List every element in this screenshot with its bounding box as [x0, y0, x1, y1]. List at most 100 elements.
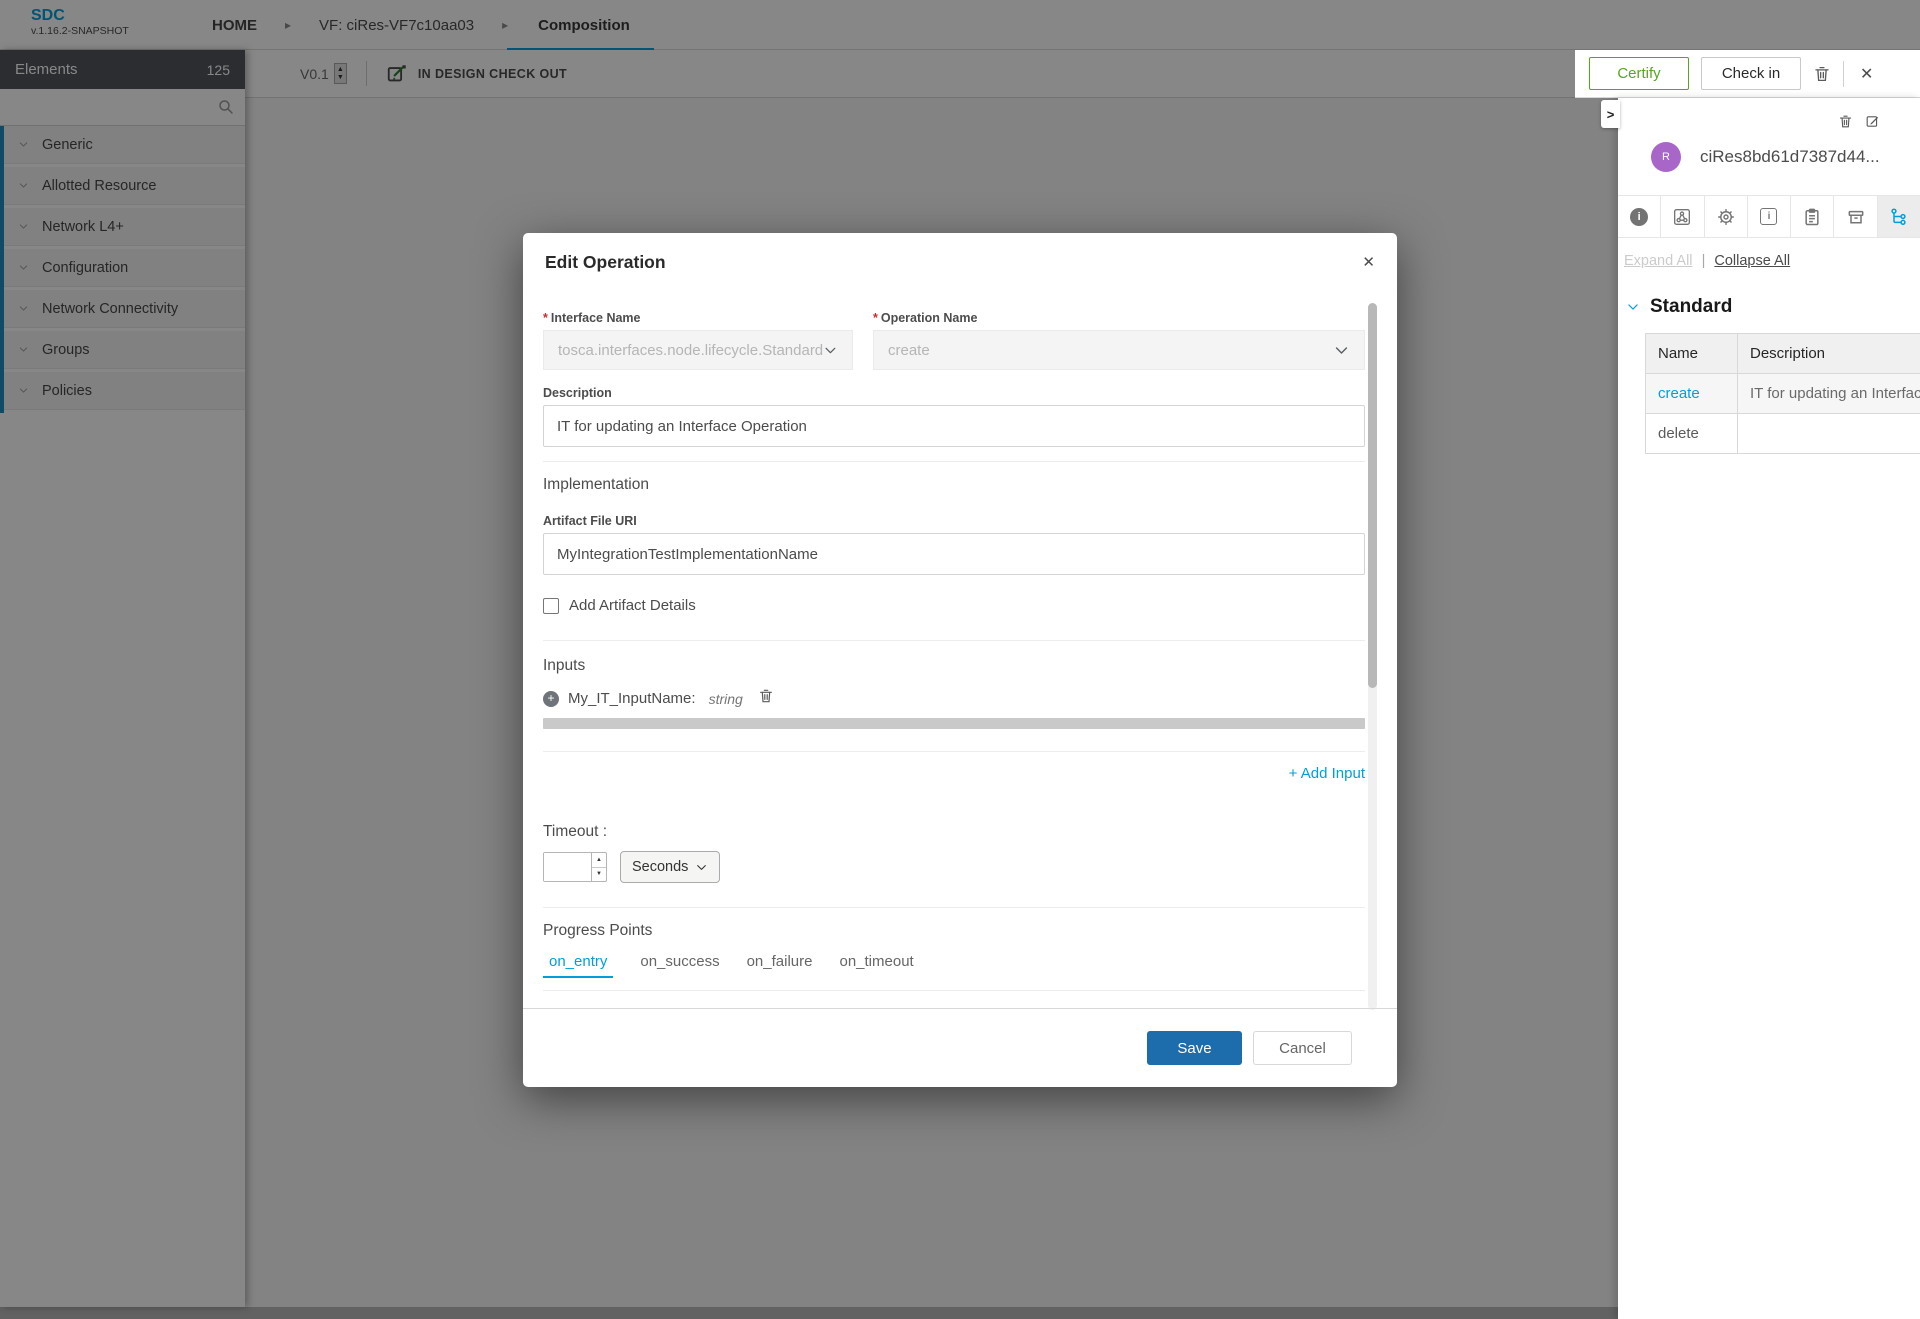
horizontal-scrollbar[interactable]	[543, 718, 1365, 729]
edit-operation-modal: Edit Operation ✕ *Interface Name tosca.i…	[523, 233, 1397, 1087]
modal-header: Edit Operation ✕	[523, 233, 1397, 291]
operation-name-field: *Operation Name create	[873, 311, 1365, 370]
table-header-row: Name Description	[1646, 334, 1920, 374]
required-asterisk: *	[873, 311, 878, 325]
tab-on-entry[interactable]: on_entry	[543, 953, 613, 978]
panel-collapse-toggle[interactable]: >	[1601, 100, 1620, 128]
step-up-icon[interactable]: ▲	[592, 853, 606, 868]
vertical-scrollbar[interactable]	[1368, 303, 1377, 1010]
molecule-icon	[1672, 207, 1692, 227]
add-artifact-details-checkbox-row[interactable]: Add Artifact Details	[543, 597, 1365, 614]
chevron-down-icon	[823, 342, 838, 359]
timeout-label: Timeout :	[543, 823, 1365, 841]
check-in-button[interactable]: Check in	[1701, 57, 1801, 90]
component-actions	[1838, 114, 1880, 129]
checkbox-unchecked-icon[interactable]	[543, 598, 559, 614]
artifact-uri-input[interactable]	[543, 533, 1365, 575]
info-square-icon: i	[1760, 208, 1777, 225]
step-down-icon[interactable]: ▼	[592, 868, 606, 882]
certify-button[interactable]: Certify	[1589, 57, 1689, 90]
trash-icon	[758, 688, 774, 704]
tab-artifacts[interactable]	[1834, 196, 1877, 237]
timeout-value-input[interactable]	[544, 853, 591, 881]
interface-section-header[interactable]: Standard	[1626, 296, 1920, 318]
tab-settings[interactable]	[1705, 196, 1748, 237]
divider	[543, 990, 1365, 991]
tab-composition[interactable]	[1661, 196, 1704, 237]
implementation-section-title: Implementation	[543, 476, 1365, 494]
interface-section-title: Standard	[1650, 296, 1732, 318]
chevron-right-icon: >	[1607, 107, 1615, 122]
operation-name-select[interactable]: create	[873, 330, 1365, 370]
vertical-scrollbar-thumb[interactable]	[1368, 303, 1377, 688]
interface-name-value: tosca.interfaces.node.lifecycle.Standard	[558, 342, 823, 359]
modal-overlay	[1575, 98, 1618, 1319]
table-row[interactable]: create IT for updating an Interface Oper…	[1646, 374, 1920, 414]
operation-description: IT for updating an Interface Operation	[1738, 374, 1920, 414]
tab-operations[interactable]	[1878, 196, 1920, 237]
timeout-stepper[interactable]: ▲▼	[591, 853, 606, 881]
tab-information[interactable]: i	[1618, 196, 1661, 237]
component-details-panel: R ciRes8bd61d7387d44... i i Expand All |…	[1618, 98, 1920, 1319]
cancel-button[interactable]: Cancel	[1253, 1031, 1352, 1065]
description-field: Description	[543, 386, 1365, 447]
gear-icon	[1716, 207, 1736, 227]
save-button[interactable]: Save	[1147, 1031, 1242, 1065]
description-input[interactable]	[543, 405, 1365, 447]
modal-overlay	[0, 0, 1920, 50]
operation-delete-label[interactable]: delete	[1646, 414, 1738, 454]
timeout-unit-select[interactable]: Seconds	[620, 851, 720, 883]
clipboard-icon	[1802, 207, 1822, 227]
workspace-actions: Certify Check in ✕	[1575, 50, 1920, 98]
tab-on-failure[interactable]: on_failure	[747, 953, 813, 978]
modal-footer: Save Cancel	[523, 1008, 1397, 1087]
close-workspace-button[interactable]: ✕	[1856, 64, 1877, 84]
column-header-description: Description	[1738, 334, 1920, 374]
info-circle-icon: i	[1630, 208, 1648, 226]
link-separator: |	[1702, 253, 1706, 269]
operation-name-label: Operation Name	[881, 311, 978, 325]
divider	[543, 751, 1365, 752]
progress-points-title: Progress Points	[543, 922, 1365, 940]
divider	[543, 461, 1365, 462]
interface-name-select[interactable]: tosca.interfaces.node.lifecycle.Standard	[543, 330, 853, 370]
edit-icon[interactable]	[1865, 114, 1880, 129]
input-name: My_IT_InputName:	[568, 690, 696, 707]
timeout-row: ▲▼ Seconds	[543, 851, 1365, 883]
operation-name-value: create	[888, 342, 930, 359]
delete-input-button[interactable]	[758, 688, 774, 709]
workflow-branch-icon	[1889, 207, 1909, 227]
inputs-section-title: Inputs	[543, 657, 1365, 675]
tab-properties[interactable]: i	[1748, 196, 1791, 237]
tab-on-timeout[interactable]: on_timeout	[839, 953, 913, 978]
timeout-number-input: ▲▼	[543, 852, 607, 882]
collapse-all-link[interactable]: Collapse All	[1714, 253, 1790, 269]
modal-title: Edit Operation	[545, 252, 666, 273]
trash-icon[interactable]	[1838, 114, 1853, 129]
delete-button[interactable]	[1813, 65, 1831, 83]
expand-collapse-links: Expand All | Collapse All	[1624, 253, 1920, 269]
add-input-link[interactable]: + Add Input	[1289, 765, 1365, 782]
details-tabs: i i	[1618, 195, 1920, 238]
divider	[543, 907, 1365, 908]
artifact-uri-label: Artifact File URI	[543, 514, 1365, 528]
divider	[1843, 61, 1844, 87]
trash-icon	[1813, 65, 1831, 83]
tab-requirements[interactable]	[1791, 196, 1834, 237]
interface-name-field: *Interface Name tosca.interfaces.node.li…	[543, 311, 853, 370]
table-row[interactable]: delete	[1646, 414, 1920, 454]
operation-create-link[interactable]: create	[1646, 374, 1738, 414]
modal-close-button[interactable]: ✕	[1362, 253, 1375, 271]
add-input-row: + Add Input	[543, 765, 1365, 783]
chevron-down-icon	[1626, 300, 1640, 314]
tab-on-success[interactable]: on_success	[640, 953, 719, 978]
avatar: R	[1651, 142, 1681, 172]
timeout-unit-value: Seconds	[632, 859, 688, 875]
divider	[543, 640, 1365, 641]
operation-description	[1738, 414, 1920, 454]
chevron-down-icon	[695, 861, 708, 874]
expand-input-icon[interactable]: +	[543, 691, 559, 707]
input-type: string	[709, 691, 743, 707]
expand-all-link[interactable]: Expand All	[1624, 253, 1693, 269]
column-header-name: Name	[1646, 334, 1738, 374]
